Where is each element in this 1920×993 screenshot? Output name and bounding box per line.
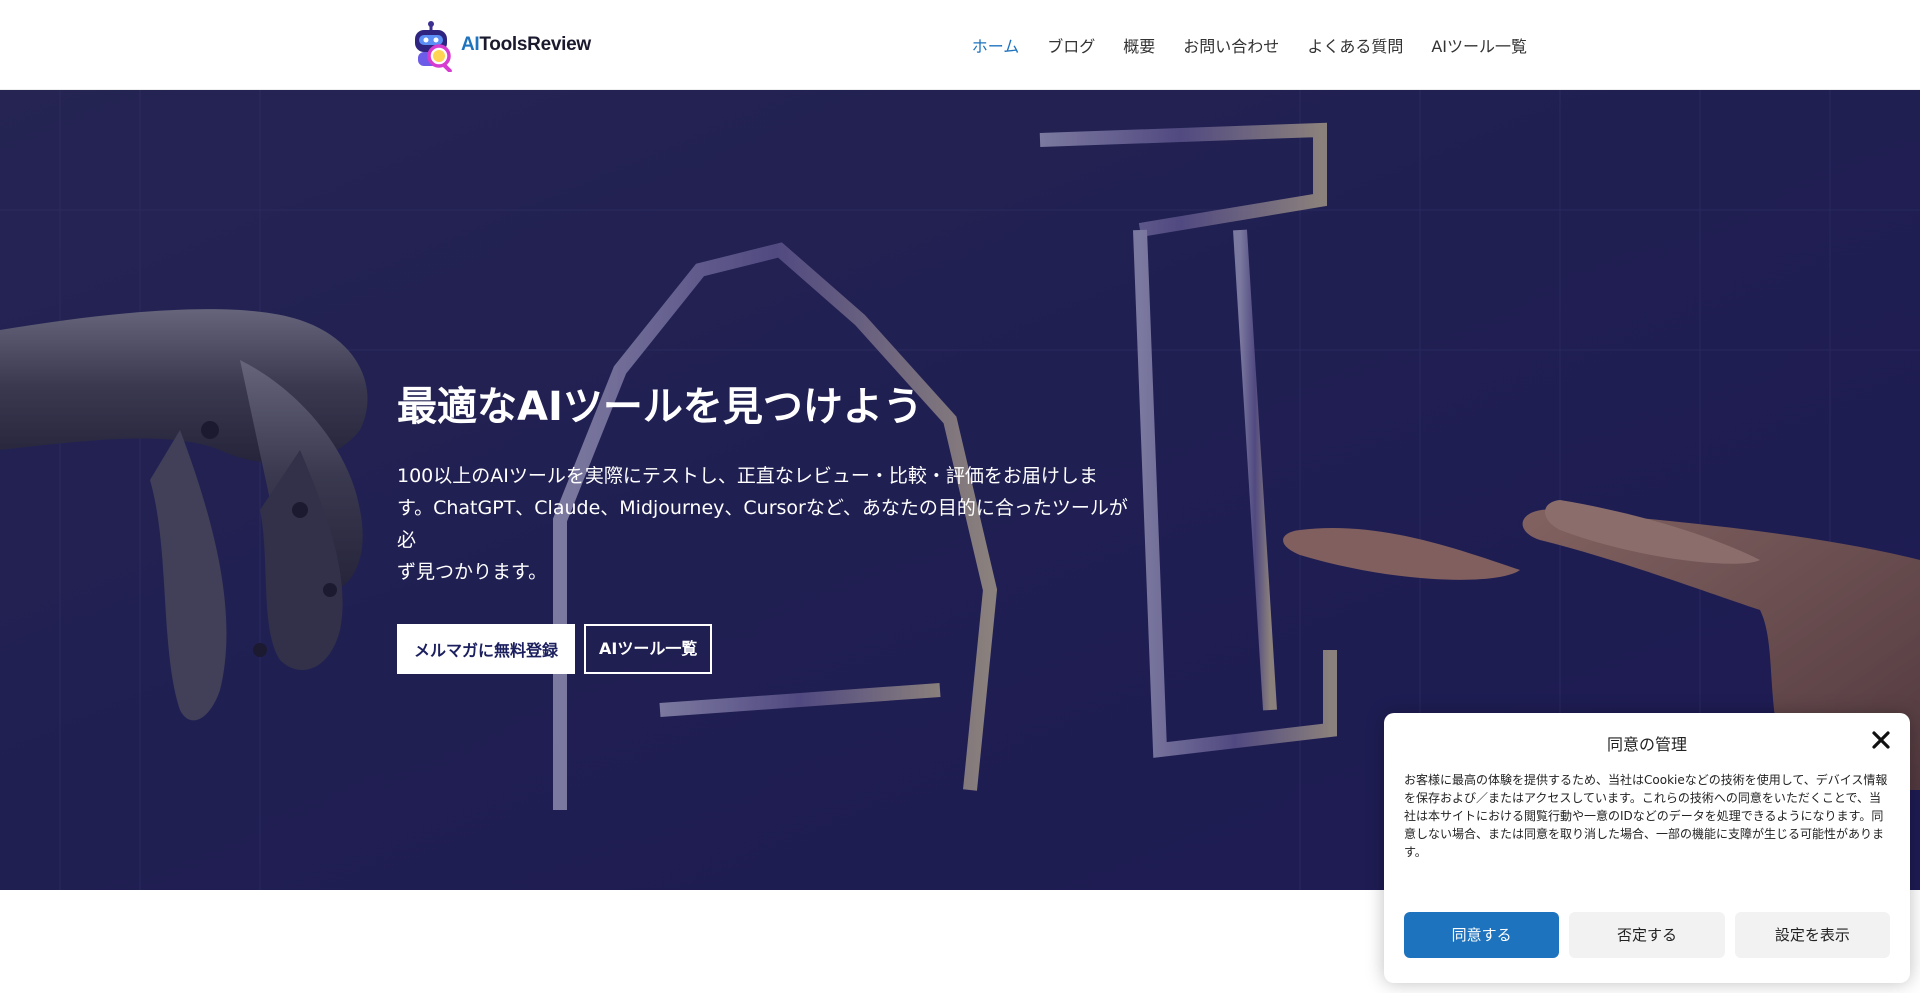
consent-body-line: お客様に最高の体験を提供するため、当社はCookieなどの技術を使用して、デバイ… [1404, 773, 1888, 787]
hero-buttons: メルマガに無料登録 AIツール一覧 [397, 624, 1137, 674]
view-preferences-button[interactable]: 設定を表示 [1734, 912, 1890, 958]
robot-logo-icon [415, 21, 452, 72]
nav-item-blog[interactable]: ブログ [1047, 33, 1095, 57]
nav-item-contact[interactable]: お問い合わせ [1183, 33, 1279, 57]
logo-text: AIToolsReview [461, 34, 591, 55]
nav-item-faq[interactable]: よくある質問 [1307, 33, 1403, 57]
ai-tools-list-button[interactable]: AIツール一覧 [584, 624, 713, 674]
hero-content: 最適なAIツールを見つけよう 100以上のAIツールを実際にテストし、正直なレビ… [397, 382, 1137, 674]
site-logo[interactable]: AIToolsReview [407, 18, 591, 72]
newsletter-signup-button[interactable]: メルマガに無料登録 [397, 624, 576, 674]
consent-body: お客様に最高の体験を提供するため、当社はCookieなどの技術を使用して、デバイ… [1404, 771, 1892, 861]
nav-item-home[interactable]: ホーム [972, 33, 1020, 57]
cookie-consent-dialog: 同意の管理 お客様に最高の体験を提供するため、当社はCookieなどの技術を使用… [1384, 713, 1910, 983]
close-icon[interactable] [1870, 729, 1892, 751]
consent-body-line: を保存および／またはアクセスしています。これらの技術への同意をいただくことで、当 [1404, 791, 1882, 805]
site-header: AIToolsReview ホーム ブログ 概要 お問い合わせ よくある質問 A… [0, 0, 1920, 90]
hero-title: 最適なAIツールを見つけよう [397, 384, 923, 430]
hero-description-line: 100以上のAIツールを実際にテストし、正直なレビュー・比較・評価をお届けしま [397, 465, 1098, 487]
hero-description-line: す。ChatGPT、Claude、Midjourney、Cursorなど、あなた… [397, 497, 1128, 551]
hero-description-line: ず見つかります。 [397, 561, 548, 583]
main-nav: ホーム ブログ 概要 お問い合わせ よくある質問 AIツール一覧 [944, 0, 1527, 90]
consent-title: 同意の管理 [1606, 735, 1687, 754]
consent-body-line: す。 [1404, 845, 1427, 859]
consent-body-line: 社は本サイトにおける閲覧行動や一意のIDなどのデータを処理できるようになります。… [1404, 809, 1884, 823]
nav-item-ai-tools-list[interactable]: AIツール一覧 [1431, 33, 1527, 57]
consent-body-line: 意しない場合、または同意を取り消した場合、一部の機能に支障が生じる可能性がありま [1404, 827, 1885, 841]
hero-description: 100以上のAIツールを実際にテストし、正直なレビュー・比較・評価をお届けしま … [397, 460, 1137, 588]
consent-actions: 同意する 否定する 設定を表示 [1404, 912, 1890, 958]
deny-button[interactable]: 否定する [1569, 912, 1725, 958]
accept-button[interactable]: 同意する [1404, 912, 1560, 958]
nav-item-about[interactable]: 概要 [1123, 33, 1155, 57]
